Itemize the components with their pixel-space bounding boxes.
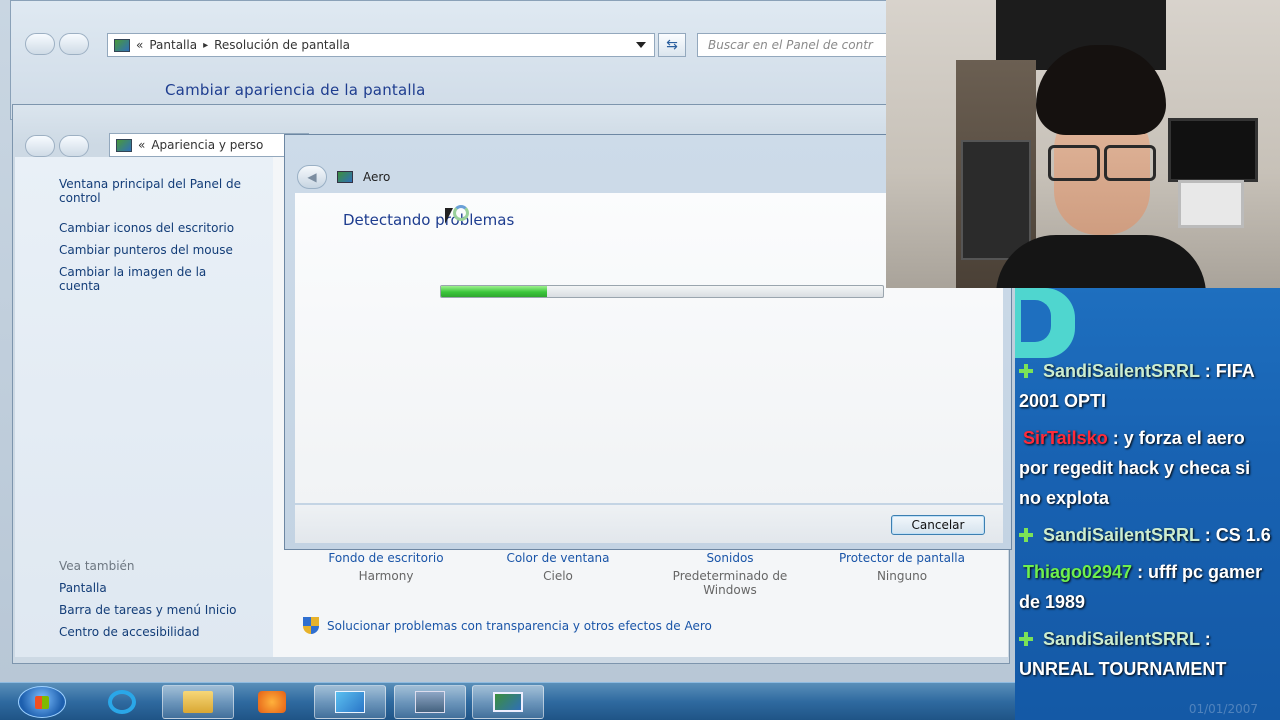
breadcrumb-sep: « [138,138,146,152]
theme-summary: Fondo de escritorio Harmony Color de ven… [303,551,993,611]
back-button[interactable] [25,33,55,55]
dialog-footer: Cancelar [295,505,1003,543]
aero-troubleshoot-link[interactable]: Solucionar problemas con transparencia y… [303,617,712,635]
screen: « Pantalla ▸ Resolución de pantalla ⇆ Bu… [0,0,1280,720]
folder-icon[interactable] [162,685,234,719]
chat-username: SandiSailentSRRL [1043,525,1200,545]
start-icon[interactable] [18,686,66,718]
control-panel-icon [116,138,132,152]
date-watermark: 01/01/2007 [1188,702,1258,716]
webcam-monitor [1168,118,1258,182]
sidebar: Ventana principal del Panel de control C… [15,157,273,657]
chat-messages: SandiSailentSRRL : FIFA 2001 OPTI SirTai… [1019,356,1277,691]
chat-message: Thiago02947 : ufff pc gamer de 1989 [1019,557,1277,617]
forward-button[interactable] [59,135,89,157]
screensaver-value: Ninguno [876,569,928,583]
sidebar-item-account-picture[interactable]: Cambiar la imagen de la cuenta [59,265,229,293]
glasses-icon [1048,145,1156,181]
dialog-title: Aero [363,170,391,184]
address-bar[interactable]: « Apariencia y perso [109,133,309,157]
see-also-display[interactable]: Pantalla [59,581,269,595]
chat-message: SirTailsko : y forza el aero por regedit… [1019,423,1277,513]
busy-spinner-icon [453,205,469,221]
webcam-overlay [886,0,1280,288]
media-player-icon[interactable] [236,685,308,719]
sounds-value: Predeterminado de Windows [672,569,788,597]
chat-username: SandiSailentSRRL [1043,629,1200,649]
desktop-background-value: Harmony [358,569,414,583]
chat-username: SirTailsko [1023,428,1108,448]
theme-item-screensaver: Protector de pantalla Ninguno [827,551,977,583]
address-row: « Pantalla ▸ Resolución de pantalla ⇆ Bu… [11,29,901,61]
sidebar-item-mouse-pointers[interactable]: Cambiar punteros del mouse [59,243,269,257]
subscriber-badge-icon [1019,528,1033,542]
chat-username: Thiago02947 [1023,562,1133,582]
breadcrumb-sep: « [136,38,144,52]
window-color-link[interactable]: Color de ventana [483,551,633,565]
page-title: Cambiar apariencia de la pantalla [165,81,426,99]
progress-fill [441,286,548,297]
taskbar [0,682,1015,720]
sidebar-item-control-panel-home[interactable]: Ventana principal del Panel de control [59,177,269,205]
sounds-link[interactable]: Sonidos [655,551,805,565]
control-panel-icon[interactable] [314,685,386,719]
theme-item-color: Color de ventana Cielo [483,551,633,583]
webcam-pc-tower [961,140,1031,260]
desktop: « Pantalla ▸ Resolución de pantalla ⇆ Bu… [0,0,1015,685]
chat-username: SandiSailentSRRL [1043,361,1200,381]
chat-message: SandiSailentSRRL : UNREAL TOURNAMENT [1019,624,1277,684]
see-also-heading: Vea también [59,559,135,573]
see-also-taskbar[interactable]: Barra de tareas y menú Inicio [59,603,269,617]
dropdown-arrow-icon[interactable] [636,42,646,48]
breadcrumb-resolution[interactable]: Resolución de pantalla [214,38,350,52]
window-color-value: Cielo [543,569,573,583]
subscriber-badge-icon [1019,364,1033,378]
computer-icon[interactable] [394,685,466,719]
cancel-button[interactable]: Cancelar [891,515,985,535]
refresh-icon[interactable]: ⇆ [658,33,686,57]
breadcrumb-arrow-icon[interactable]: ▸ [203,40,208,51]
status-text: Detectando problemas [343,211,515,229]
shield-icon [303,617,319,635]
display-resolution-window: « Pantalla ▸ Resolución de pantalla ⇆ Bu… [10,0,910,120]
theme-item-sounds: Sonidos Predeterminado de Windows [655,551,805,597]
forward-button[interactable] [59,33,89,55]
chat-message: SandiSailentSRRL : CS 1.6 [1019,520,1277,550]
webcam-laptop [1178,180,1244,228]
channel-logo-icon [1015,288,1075,358]
dialog-header: ◀ Aero [297,165,390,189]
streamer [996,45,1206,288]
dialog-back-button[interactable]: ◀ [297,165,327,189]
chat-text: : CS 1.6 [1204,525,1271,545]
mouse-cursor-icon [445,208,453,224]
aero-troubleshoot-label[interactable]: Solucionar problemas con transparencia y… [327,619,712,633]
control-panel-icon [114,38,130,52]
internet-explorer-icon[interactable] [86,685,158,719]
breadcrumb-pantalla[interactable]: Pantalla [149,38,197,52]
aero-troubleshooter-icon[interactable] [472,685,544,719]
address-bar[interactable]: « Pantalla ▸ Resolución de pantalla [107,33,655,57]
theme-item-background: Fondo de escritorio Harmony [311,551,461,583]
chat-message: SandiSailentSRRL : FIFA 2001 OPTI [1019,356,1277,416]
screensaver-link[interactable]: Protector de pantalla [827,551,977,565]
back-button[interactable] [25,135,55,157]
desktop-background-link[interactable]: Fondo de escritorio [311,551,461,565]
progress-bar [440,285,884,298]
chat-overlay: SandiSailentSRRL : FIFA 2001 OPTI SirTai… [1015,288,1280,720]
sidebar-item-desktop-icons[interactable]: Cambiar iconos del escritorio [59,221,269,235]
see-also-accessibility[interactable]: Centro de accesibilidad [59,625,269,639]
subscriber-badge-icon [1019,632,1033,646]
breadcrumb-appearance[interactable]: Apariencia y perso [151,138,263,152]
aero-icon [337,171,353,183]
search-input[interactable]: Buscar en el Panel de contr [697,33,887,57]
